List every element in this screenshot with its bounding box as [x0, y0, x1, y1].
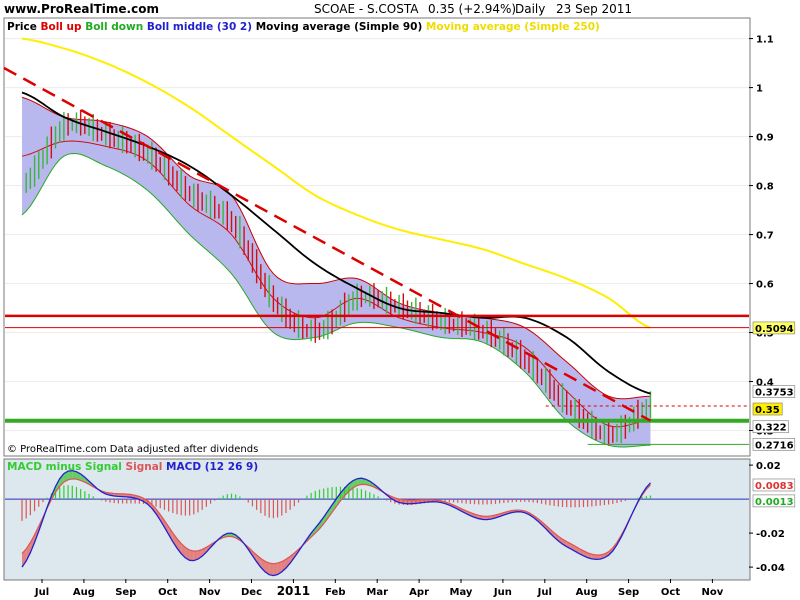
- xtick-label: Apr: [409, 587, 429, 598]
- xtick-label: Dec: [241, 587, 262, 598]
- price-ytick-label: 0.8: [756, 182, 774, 193]
- macd-ytick-label: -0.04: [756, 563, 785, 574]
- support-value-label: 0.2716: [755, 440, 794, 451]
- price-legend: Price Boll up Boll down Boll middle (30 …: [7, 21, 600, 33]
- xtick-label: Jun: [493, 587, 512, 598]
- xtick-label: Nov: [702, 587, 724, 598]
- macd-hist-value-label: 0.0013: [755, 497, 794, 508]
- macd-legend-entry: MACD minus Signal: [7, 461, 122, 473]
- macd-fill: [269, 563, 274, 576]
- macd-legend: MACD minus Signal Signal MACD (12 26 9): [7, 461, 258, 473]
- xtick-label: Aug: [73, 587, 95, 598]
- site-title: www.ProRealTime.com: [4, 2, 159, 16]
- legend-entry: Boll down: [82, 21, 144, 33]
- xtick-label: Oct: [661, 587, 680, 598]
- quote-title: 0.35 (+2.94%): [428, 2, 516, 16]
- price-value-label: 0.35: [755, 405, 780, 416]
- xtick-label: 2011: [277, 584, 310, 598]
- xtick-label: Feb: [325, 587, 345, 598]
- xtick-label: Aug: [576, 587, 598, 598]
- ma90-value-label: 0.3753: [755, 388, 794, 399]
- xtick-label: Mar: [366, 587, 388, 598]
- price-ytick-label: 1: [756, 84, 763, 95]
- price-ytick-label: 1.1: [756, 35, 774, 46]
- xtick-label: Oct: [158, 587, 177, 598]
- legend-entry: Moving average (Simple 250): [422, 21, 600, 33]
- macd-legend-entry: Signal: [122, 461, 163, 473]
- macd-ytick-label: -0.02: [756, 529, 785, 540]
- macd-signal-value-label: 0.0083: [755, 481, 794, 492]
- legend-entry: Price: [7, 21, 37, 33]
- xtick-label: Nov: [199, 587, 221, 598]
- macd-fill: [189, 550, 194, 561]
- macd-ytick-label: 0.02: [756, 461, 781, 472]
- boll-middle-value-label: 0.322: [755, 423, 787, 434]
- xtick-label: Jul: [34, 587, 49, 598]
- xtick-label: Sep: [115, 587, 136, 598]
- legend-entry: Moving average (Simple 90): [252, 21, 422, 33]
- legend-entry: Boll middle (30 2): [143, 21, 252, 33]
- macd-legend-entry: MACD (12 26 9): [162, 461, 258, 473]
- period-title: Daily: [515, 2, 545, 16]
- price-ytick-label: 0.6: [756, 280, 774, 291]
- price-panel-frame: [3, 17, 751, 457]
- date-title: 23 Sep 2011: [556, 2, 632, 16]
- symbol-title: SCOAE - S.COSTA: [314, 2, 419, 16]
- xtick-label: May: [450, 587, 473, 598]
- legend-entry: Boll up: [37, 21, 82, 33]
- price-ytick-label: 0.7: [756, 231, 774, 242]
- ma250-value-label: 0.5094: [755, 324, 794, 335]
- footnote: © ProRealTime.com Data adjusted after di…: [7, 444, 258, 455]
- xtick-label: Jul: [537, 587, 552, 598]
- price-chart: www.ProRealTime.com SCOAE - S.COSTA 0.35…: [3, 2, 796, 598]
- macd-fill: [273, 563, 278, 576]
- xtick-label: Sep: [618, 587, 639, 598]
- price-ytick-label: 0.9: [756, 133, 774, 144]
- macd-panel-frame: [3, 458, 751, 581]
